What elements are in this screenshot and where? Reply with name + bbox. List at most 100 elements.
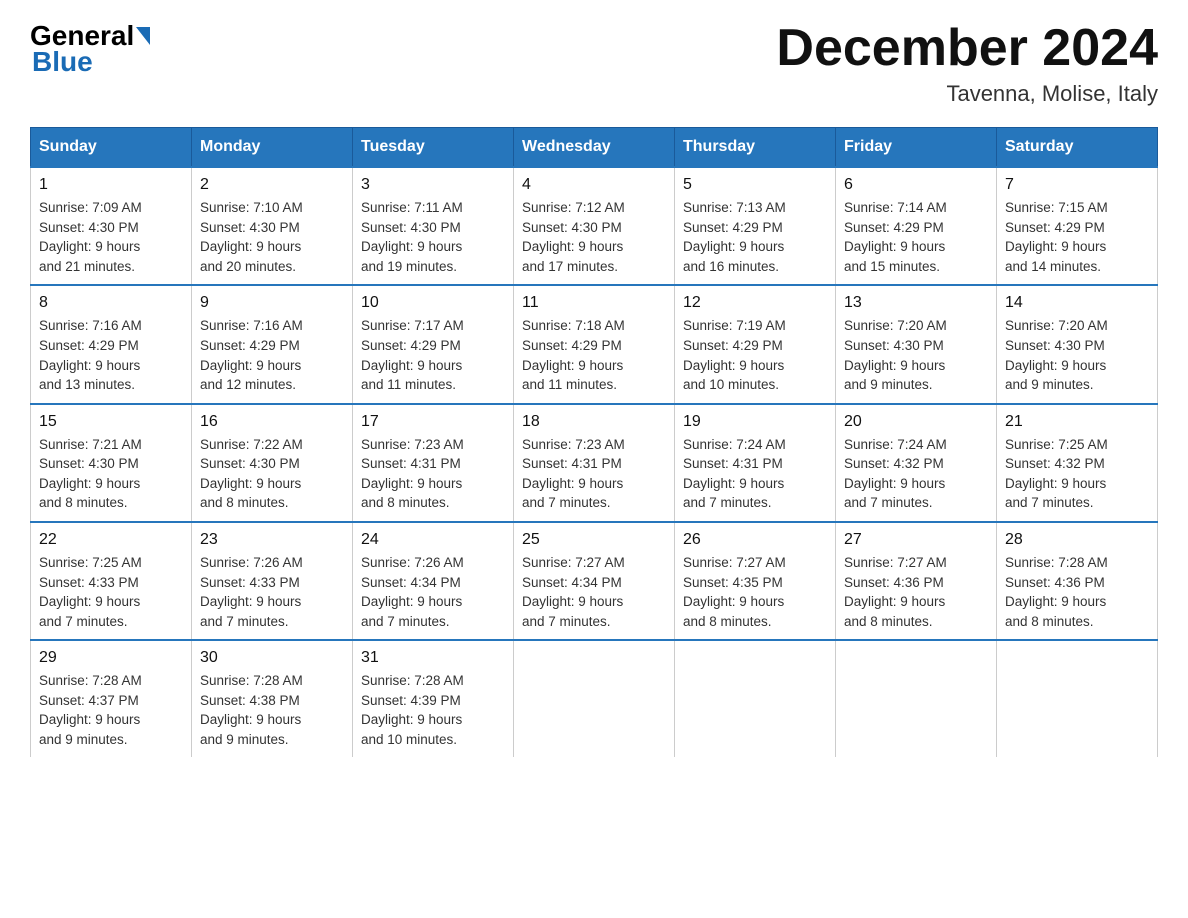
calendar-cell: [997, 640, 1158, 757]
day-number: 14: [1005, 294, 1149, 312]
calendar-cell: 23 Sunrise: 7:26 AMSunset: 4:33 PMDayligh…: [192, 522, 353, 640]
calendar-cell: 30 Sunrise: 7:28 AMSunset: 4:38 PMDayligh…: [192, 640, 353, 757]
day-info: Sunrise: 7:28 AMSunset: 4:37 PMDaylight:…: [39, 671, 183, 749]
day-number: 7: [1005, 176, 1149, 194]
logo-blue-text: Blue: [32, 46, 93, 77]
day-info: Sunrise: 7:23 AMSunset: 4:31 PMDaylight:…: [361, 435, 505, 513]
day-number: 5: [683, 176, 827, 194]
day-info: Sunrise: 7:17 AMSunset: 4:29 PMDaylight:…: [361, 316, 505, 394]
day-number: 11: [522, 294, 666, 312]
day-info: Sunrise: 7:24 AMSunset: 4:31 PMDaylight:…: [683, 435, 827, 513]
calendar-cell: 1Sunrise: 7:09 AMSunset: 4:30 PMDaylight…: [31, 167, 192, 285]
calendar-cell: 4Sunrise: 7:12 AMSunset: 4:30 PMDaylight…: [514, 167, 675, 285]
calendar-cell: 29 Sunrise: 7:28 AMSunset: 4:37 PMDayligh…: [31, 640, 192, 757]
day-number: 19: [683, 413, 827, 431]
day-info: Sunrise: 7:26 AMSunset: 4:34 PMDaylight:…: [361, 553, 505, 631]
calendar-cell: 22Sunrise: 7:25 AMSunset: 4:33 PMDayligh…: [31, 522, 192, 640]
calendar-table: SundayMondayTuesdayWednesdayThursdayFrid…: [30, 127, 1158, 757]
day-info: Sunrise: 7:28 AMSunset: 4:39 PMDaylight:…: [361, 671, 505, 749]
calendar-cell: 7Sunrise: 7:15 AMSunset: 4:29 PMDaylight…: [997, 167, 1158, 285]
day-info: Sunrise: 7:11 AMSunset: 4:30 PMDaylight:…: [361, 198, 505, 276]
calendar-header: SundayMondayTuesdayWednesdayThursdayFrid…: [31, 128, 1158, 168]
header-friday: Friday: [836, 128, 997, 168]
day-info: Sunrise: 7:13 AMSunset: 4:29 PMDaylight:…: [683, 198, 827, 276]
calendar-cell: 17Sunrise: 7:23 AMSunset: 4:31 PMDayligh…: [353, 404, 514, 522]
day-info: Sunrise: 7:27 AMSunset: 4:35 PMDaylight:…: [683, 553, 827, 631]
week-row-1: 1Sunrise: 7:09 AMSunset: 4:30 PMDaylight…: [31, 167, 1158, 285]
calendar-cell: 16Sunrise: 7:22 AMSunset: 4:30 PMDayligh…: [192, 404, 353, 522]
day-info: Sunrise: 7:14 AMSunset: 4:29 PMDaylight:…: [844, 198, 988, 276]
header-wednesday: Wednesday: [514, 128, 675, 168]
day-info: Sunrise: 7:28 AMSunset: 4:38 PMDaylight:…: [200, 671, 344, 749]
header-thursday: Thursday: [675, 128, 836, 168]
day-number: 21: [1005, 413, 1149, 431]
title-section: December 2024 Tavenna, Molise, Italy: [776, 20, 1158, 107]
calendar-cell: 24 Sunrise: 7:26 AMSunset: 4:34 PMDayligh…: [353, 522, 514, 640]
day-number: 15: [39, 413, 183, 431]
week-row-5: 29 Sunrise: 7:28 AMSunset: 4:37 PMDayligh…: [31, 640, 1158, 757]
day-info: Sunrise: 7:22 AMSunset: 4:30 PMDaylight:…: [200, 435, 344, 513]
day-number: 31: [361, 649, 505, 667]
calendar-cell: [836, 640, 997, 757]
day-number: 23: [200, 531, 344, 549]
header-sunday: Sunday: [31, 128, 192, 168]
day-number: 9: [200, 294, 344, 312]
calendar-cell: 3 Sunrise: 7:11 AMSunset: 4:30 PMDaylight…: [353, 167, 514, 285]
calendar-cell: 6 Sunrise: 7:14 AMSunset: 4:29 PMDaylight…: [836, 167, 997, 285]
day-number: 29: [39, 649, 183, 667]
calendar-cell: 5 Sunrise: 7:13 AMSunset: 4:29 PMDaylight…: [675, 167, 836, 285]
day-number: 28: [1005, 531, 1149, 549]
location-subtitle: Tavenna, Molise, Italy: [776, 81, 1158, 107]
calendar-cell: 28 Sunrise: 7:28 AMSunset: 4:36 PMDayligh…: [997, 522, 1158, 640]
week-row-2: 8 Sunrise: 7:16 AMSunset: 4:29 PMDaylight…: [31, 285, 1158, 403]
calendar-cell: 14Sunrise: 7:20 AMSunset: 4:30 PMDayligh…: [997, 285, 1158, 403]
page-header: General Blue December 2024 Tavenna, Moli…: [30, 20, 1158, 107]
day-info: Sunrise: 7:26 AMSunset: 4:33 PMDaylight:…: [200, 553, 344, 631]
day-info: Sunrise: 7:16 AMSunset: 4:29 PMDaylight:…: [39, 316, 183, 394]
header-tuesday: Tuesday: [353, 128, 514, 168]
calendar-cell: 26 Sunrise: 7:27 AMSunset: 4:35 PMDayligh…: [675, 522, 836, 640]
week-row-3: 15Sunrise: 7:21 AMSunset: 4:30 PMDayligh…: [31, 404, 1158, 522]
calendar-cell: 8 Sunrise: 7:16 AMSunset: 4:29 PMDaylight…: [31, 285, 192, 403]
day-number: 20: [844, 413, 988, 431]
day-number: 13: [844, 294, 988, 312]
calendar-cell: 15Sunrise: 7:21 AMSunset: 4:30 PMDayligh…: [31, 404, 192, 522]
day-info: Sunrise: 7:20 AMSunset: 4:30 PMDaylight:…: [844, 316, 988, 394]
day-info: Sunrise: 7:09 AMSunset: 4:30 PMDaylight:…: [39, 198, 183, 276]
logo: General Blue: [30, 20, 152, 78]
day-number: 2: [200, 176, 344, 194]
day-info: Sunrise: 7:23 AMSunset: 4:31 PMDaylight:…: [522, 435, 666, 513]
calendar-cell: 20 Sunrise: 7:24 AMSunset: 4:32 PMDayligh…: [836, 404, 997, 522]
calendar-body: 1Sunrise: 7:09 AMSunset: 4:30 PMDaylight…: [31, 167, 1158, 757]
day-number: 18: [522, 413, 666, 431]
day-info: Sunrise: 7:10 AMSunset: 4:30 PMDaylight:…: [200, 198, 344, 276]
header-saturday: Saturday: [997, 128, 1158, 168]
day-info: Sunrise: 7:27 AMSunset: 4:34 PMDaylight:…: [522, 553, 666, 631]
calendar-cell: 11 Sunrise: 7:18 AMSunset: 4:29 PMDayligh…: [514, 285, 675, 403]
calendar-cell: 13 Sunrise: 7:20 AMSunset: 4:30 PMDayligh…: [836, 285, 997, 403]
day-info: Sunrise: 7:28 AMSunset: 4:36 PMDaylight:…: [1005, 553, 1149, 631]
day-number: 30: [200, 649, 344, 667]
day-number: 3: [361, 176, 505, 194]
day-number: 24: [361, 531, 505, 549]
day-info: Sunrise: 7:12 AMSunset: 4:30 PMDaylight:…: [522, 198, 666, 276]
calendar-cell: 27 Sunrise: 7:27 AMSunset: 4:36 PMDayligh…: [836, 522, 997, 640]
month-title: December 2024: [776, 20, 1158, 77]
day-number: 27: [844, 531, 988, 549]
day-number: 6: [844, 176, 988, 194]
day-number: 8: [39, 294, 183, 312]
calendar-cell: 10Sunrise: 7:17 AMSunset: 4:29 PMDayligh…: [353, 285, 514, 403]
calendar-cell: 21Sunrise: 7:25 AMSunset: 4:32 PMDayligh…: [997, 404, 1158, 522]
calendar-cell: 9 Sunrise: 7:16 AMSunset: 4:29 PMDaylight…: [192, 285, 353, 403]
day-number: 22: [39, 531, 183, 549]
day-info: Sunrise: 7:19 AMSunset: 4:29 PMDaylight:…: [683, 316, 827, 394]
header-monday: Monday: [192, 128, 353, 168]
calendar-cell: 2 Sunrise: 7:10 AMSunset: 4:30 PMDaylight…: [192, 167, 353, 285]
logo-arrow-icon: [136, 27, 150, 45]
day-info: Sunrise: 7:24 AMSunset: 4:32 PMDaylight:…: [844, 435, 988, 513]
day-info: Sunrise: 7:27 AMSunset: 4:36 PMDaylight:…: [844, 553, 988, 631]
day-info: Sunrise: 7:18 AMSunset: 4:29 PMDaylight:…: [522, 316, 666, 394]
calendar-cell: 12Sunrise: 7:19 AMSunset: 4:29 PMDayligh…: [675, 285, 836, 403]
day-number: 26: [683, 531, 827, 549]
day-info: Sunrise: 7:16 AMSunset: 4:29 PMDaylight:…: [200, 316, 344, 394]
